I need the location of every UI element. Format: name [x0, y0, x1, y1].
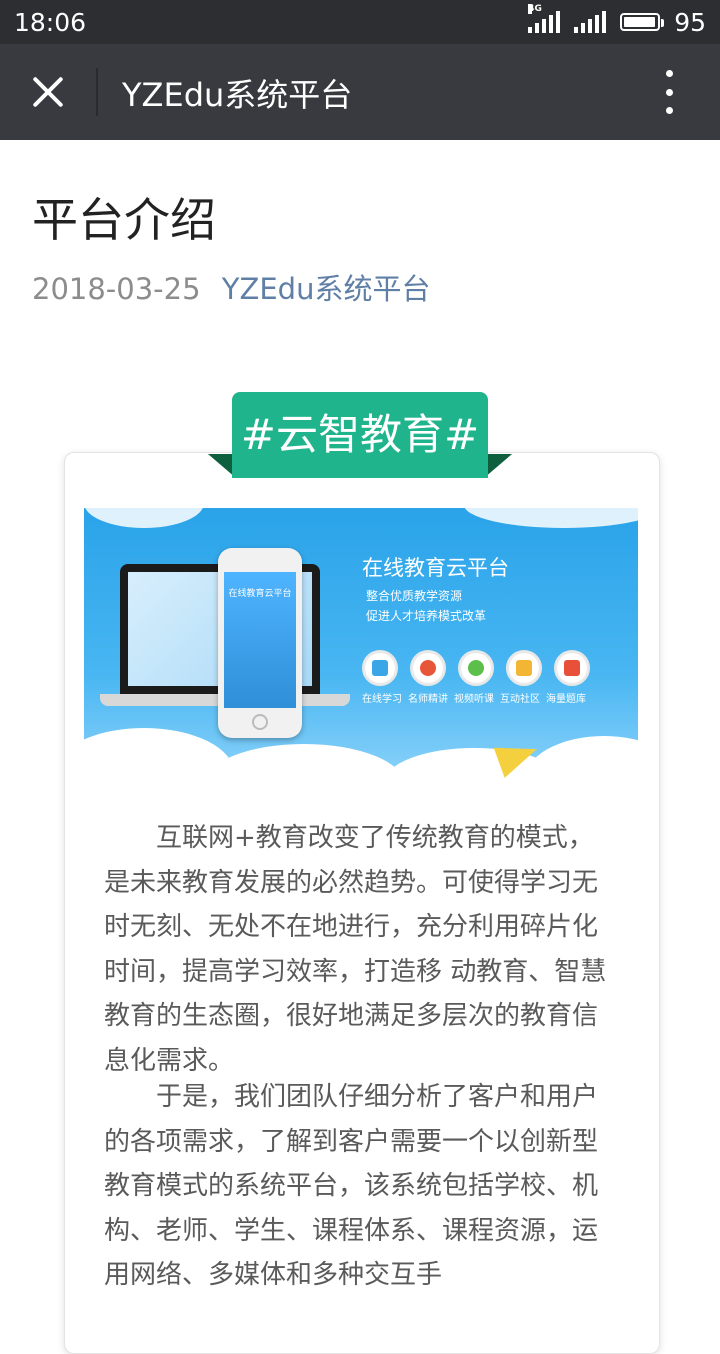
battery-icon: [620, 13, 665, 31]
nav-title: YZEdu系统平台: [122, 76, 353, 114]
banner-title: 在线教育云平台: [362, 556, 509, 580]
article-title: 平台介绍: [32, 193, 216, 247]
close-icon[interactable]: [30, 74, 66, 110]
banner-subtitle-line: 整合优质教学资源: [366, 589, 463, 603]
nav-bar: YZEdu系统平台: [0, 44, 720, 140]
feature-label: 在线学习: [362, 694, 402, 705]
more-options-icon[interactable]: [664, 70, 674, 114]
users-icon: [506, 650, 542, 686]
nav-divider: [96, 68, 98, 116]
monitor-icon: [362, 650, 398, 686]
article-meta: 2018-03-25 YZEdu系统平台: [32, 266, 430, 308]
edit-icon: [554, 650, 590, 686]
phone-screen-title: 在线教育云平台: [228, 589, 292, 599]
status-icons: 4G 95: [528, 4, 706, 37]
status-bar: 18:06 4G 95: [0, 0, 720, 44]
microphone-icon: [458, 650, 494, 686]
banner-subtitle-line: 促进人才培养模式改革: [366, 609, 487, 623]
battery-level: 95: [674, 7, 706, 37]
feature-labels: 在线学习 名师精讲 视频听课 互动社区 海量题库: [362, 690, 586, 705]
cellular-signal-icon: 4G: [528, 4, 561, 33]
feature-label: 海量题库: [546, 694, 586, 705]
network-type-label: 4G: [528, 4, 542, 14]
article-paragraph: 于是，我们团队仔细分析了客户和用户的各项需求，了解到客户需要一个以创新型教育模式…: [104, 1082, 599, 1290]
cellular-signal-2-icon: [574, 11, 607, 33]
banner-tag: #云智教育#: [232, 392, 488, 478]
phone-illustration: 在线教育云平台: [218, 548, 302, 738]
refresh-icon: [410, 650, 446, 686]
article-paragraph: 互联网+教育改变了传统教育的模式，是未来教育发展的必然趋势。可使得学习无时无刻、…: [104, 823, 607, 1076]
feature-label: 视频听课: [454, 694, 494, 705]
status-time: 18:06: [14, 8, 87, 37]
account-name-link[interactable]: YZEdu系统平台: [222, 272, 431, 306]
publish-date: 2018-03-25: [32, 272, 201, 306]
banner-image[interactable]: 在线教育云平台 在线教育云平台 整合优质教学资源 促进人才培养模式改革 在线学习…: [84, 508, 638, 784]
banner-subtitle: 整合优质教学资源 促进人才培养模式改革: [366, 586, 486, 626]
feature-label: 名师精讲: [408, 694, 448, 705]
feature-label: 互动社区: [500, 694, 540, 705]
ribbon-fold-right: [484, 454, 512, 478]
feature-icons: [362, 650, 590, 686]
